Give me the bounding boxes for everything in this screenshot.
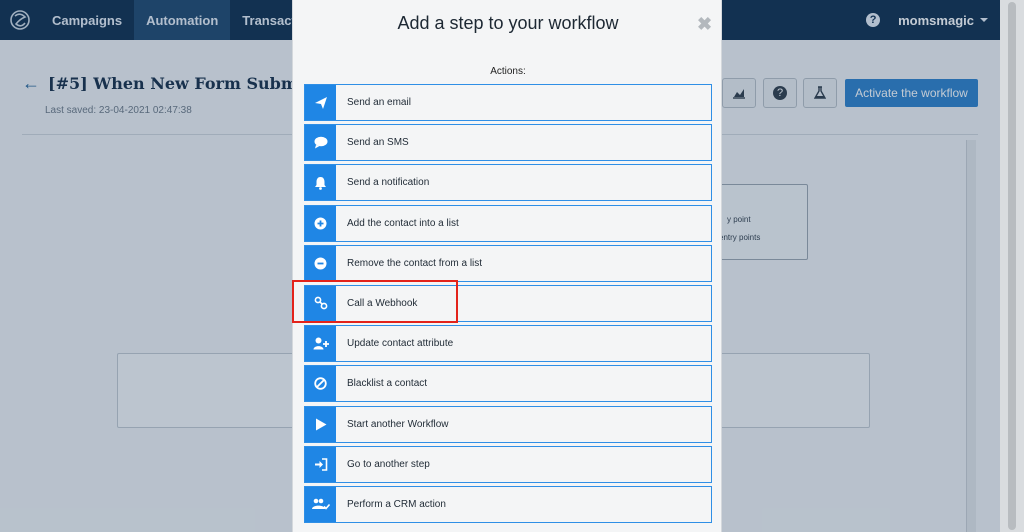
action-crm[interactable]: Perform a CRM action	[304, 485, 712, 523]
page-scrollbar-thumb[interactable]	[1008, 2, 1016, 530]
action-label: Remove the contact from a list	[347, 257, 483, 269]
webhook-highlight-box	[292, 280, 458, 323]
page-scrollbar[interactable]	[1000, 0, 1024, 532]
action-label: Update contact attribute	[347, 338, 454, 350]
action-label: Send a notification	[347, 177, 430, 189]
actions-section-label: Actions:	[490, 66, 526, 77]
user-plus-icon	[305, 326, 336, 362]
modal-title: Add a step to your workflow	[397, 13, 619, 33]
action-blacklist-contact[interactable]: Blacklist a contact	[304, 365, 712, 403]
close-icon[interactable]: ✖	[697, 14, 712, 35]
action-send-notification[interactable]: Send a notification	[304, 164, 712, 202]
action-remove-from-list[interactable]: Remove the contact from a list	[304, 244, 712, 282]
users-check-icon	[305, 486, 336, 522]
action-label: Send an SMS	[347, 137, 409, 149]
action-start-workflow[interactable]: Start another Workflow	[304, 405, 712, 443]
play-icon	[305, 406, 336, 442]
paper-plane-icon	[305, 85, 336, 120]
action-label: Go to another step	[347, 458, 430, 470]
action-label: Start another Workflow	[347, 418, 449, 430]
action-label: Send an email	[347, 97, 411, 108]
action-label: Add the contact into a list	[347, 217, 459, 229]
action-go-to-step[interactable]: Go to another step	[304, 445, 712, 483]
action-label: Perform a CRM action	[347, 498, 446, 510]
sign-in-icon	[305, 446, 336, 482]
action-label: Blacklist a contact	[347, 378, 428, 390]
bell-icon	[305, 165, 336, 201]
action-send-email[interactable]: Send an email	[304, 84, 712, 121]
add-step-modal: Add a step to your workflow ✖ Actions: S…	[292, 0, 722, 532]
action-update-attribute[interactable]: Update contact attribute	[304, 325, 712, 363]
minus-circle-icon	[305, 245, 336, 281]
action-add-to-list[interactable]: Add the contact into a list	[304, 204, 712, 242]
ban-icon	[305, 366, 336, 402]
plus-circle-icon	[305, 205, 336, 241]
chat-bubble-icon	[305, 125, 336, 161]
action-send-sms[interactable]: Send an SMS	[304, 124, 712, 162]
